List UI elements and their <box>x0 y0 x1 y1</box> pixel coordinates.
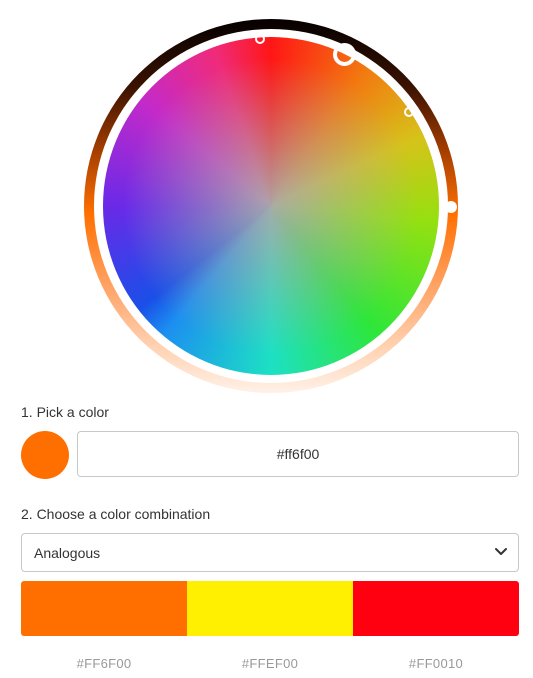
selected-color-swatch <box>21 431 69 479</box>
chevron-down-icon <box>495 548 507 555</box>
brightness-handle[interactable] <box>445 201 457 213</box>
palette-hex-label: #FFEF00 <box>241 656 299 671</box>
palette-swatch[interactable] <box>187 581 353 636</box>
palette-swatch[interactable] <box>353 581 519 636</box>
step2-label: 2. Choose a color combination <box>21 506 211 522</box>
primary-color-handle[interactable] <box>333 43 356 66</box>
palette-swatches <box>21 581 519 636</box>
color-wheel-area <box>84 19 458 393</box>
hue-wheel[interactable] <box>103 37 439 375</box>
step1-label: 1. Pick a color <box>21 404 109 420</box>
palette-labels: #FF6F00 #FFEF00 #FF0010 <box>21 656 519 671</box>
hex-color-input[interactable] <box>77 431 519 477</box>
analogous-handle-1[interactable] <box>255 34 265 44</box>
palette-swatch[interactable] <box>21 581 187 636</box>
palette-hex-label: #FF6F00 <box>76 656 132 671</box>
combination-select[interactable]: Analogous <box>21 533 519 572</box>
palette-hex-label: #FF0010 <box>408 656 464 671</box>
analogous-handle-2[interactable] <box>404 107 414 117</box>
combination-value: Analogous <box>34 544 101 561</box>
